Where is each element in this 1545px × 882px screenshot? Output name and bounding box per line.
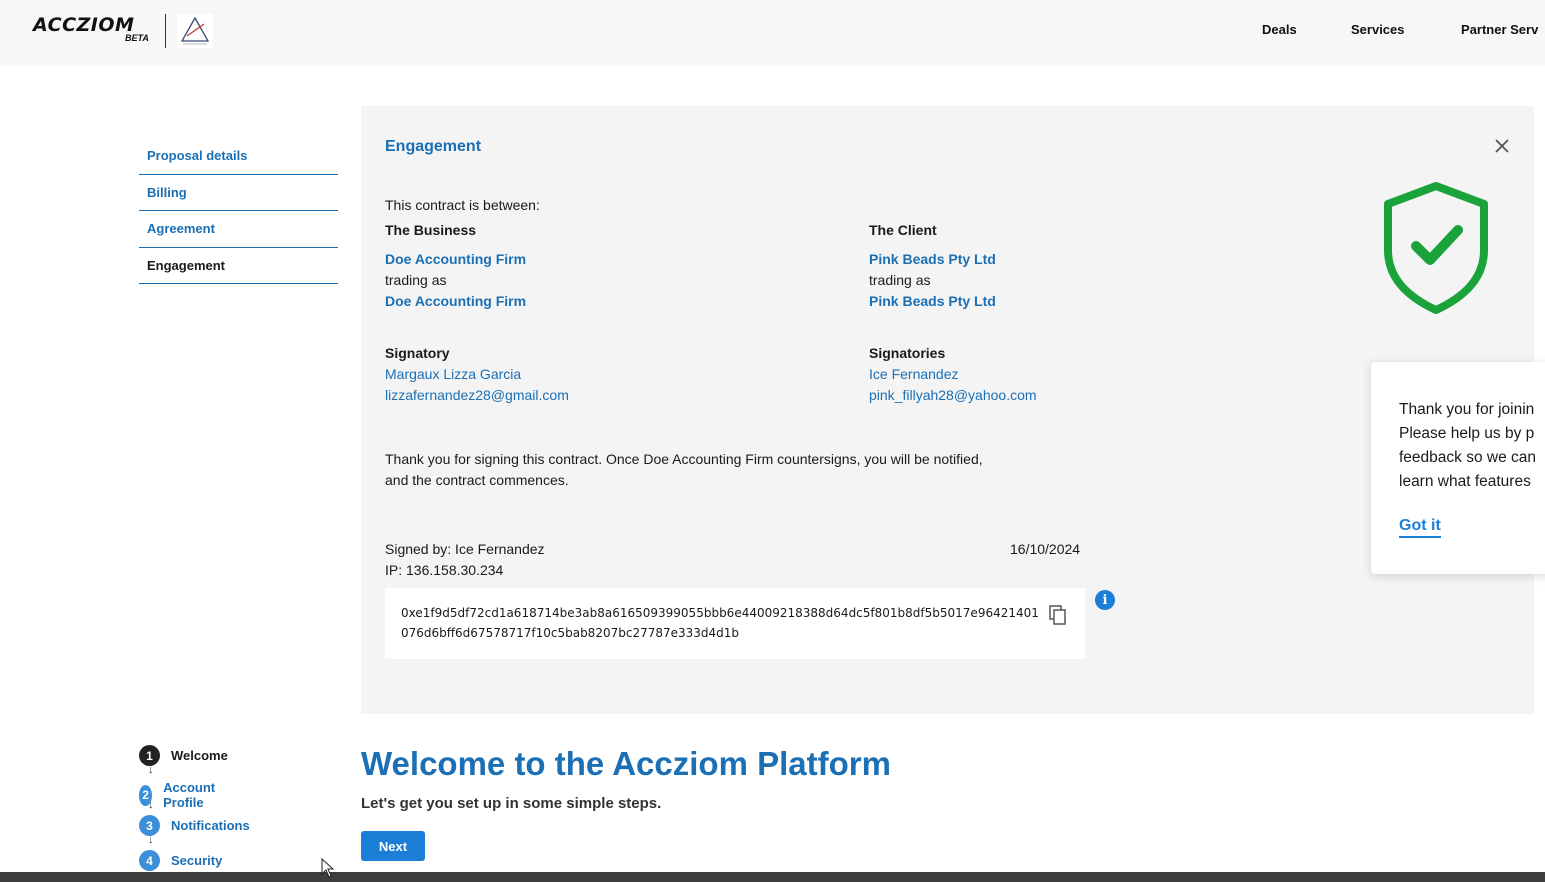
signer-ip: IP: 136.158.30.234 bbox=[385, 562, 504, 578]
nav-partner-services[interactable]: Partner Serv bbox=[1461, 22, 1538, 37]
client-name-link[interactable]: Pink Beads Pty Ltd bbox=[869, 249, 996, 270]
step-label: Welcome bbox=[171, 748, 228, 763]
client-trading-as: trading as bbox=[869, 272, 931, 288]
business-heading: The Business bbox=[385, 222, 477, 238]
nav-services[interactable]: Services bbox=[1351, 22, 1405, 37]
signing-message-line1: Thank you for signing this contract. Onc… bbox=[385, 451, 983, 467]
signature-hash: 0xe1f9d5df72cd1a618714be3ab8a61650939905… bbox=[401, 606, 1039, 640]
info-icon[interactable]: i bbox=[1095, 590, 1115, 610]
toast-line: learn what features bbox=[1399, 473, 1531, 490]
toast-line: feedback so we can bbox=[1399, 449, 1537, 466]
client-signatory-name[interactable]: Ice Fernandez bbox=[869, 364, 959, 385]
business-signatory-email[interactable]: lizzafernandez28@gmail.com bbox=[385, 385, 569, 406]
feedback-toast: Thank you for joinin Please help us by p… bbox=[1371, 362, 1545, 574]
bottom-bar bbox=[0, 872, 1545, 882]
sidebar-item-engagement[interactable]: Engagement bbox=[139, 248, 338, 284]
contract-intro: This contract is between: bbox=[385, 197, 540, 213]
step-security[interactable]: 4 Security bbox=[139, 850, 222, 871]
step-arrow-icon: ↓ bbox=[148, 799, 154, 811]
step-welcome[interactable]: 1 Welcome bbox=[139, 745, 228, 766]
toast-line: Please help us by p bbox=[1399, 425, 1535, 442]
logo-beta-badge: BETA bbox=[125, 33, 149, 43]
logo-wordmark: ACCZIOM bbox=[33, 14, 135, 36]
nav-deals[interactable]: Deals bbox=[1262, 22, 1297, 37]
client-signatory-email[interactable]: pink_fillyah28@yahoo.com bbox=[869, 385, 1037, 406]
next-button[interactable]: Next bbox=[361, 831, 425, 861]
step-label: Security bbox=[171, 853, 223, 868]
contract-sidebar: Proposal details Billing Agreement Engag… bbox=[139, 138, 338, 284]
step-arrow-icon: ↓ bbox=[148, 834, 154, 846]
signing-message-line2: and the contract commences. bbox=[385, 472, 569, 488]
business-name-link[interactable]: Doe Accounting Firm bbox=[385, 249, 526, 270]
copy-icon[interactable] bbox=[1048, 604, 1068, 626]
step-label: Account Profile bbox=[163, 780, 216, 810]
signed-by: Signed by: Ice Fernandez bbox=[385, 541, 545, 557]
signature-hash-box: 0xe1f9d5df72cd1a618714be3ab8a61650939905… bbox=[385, 588, 1085, 659]
sidebar-item-agreement[interactable]: Agreement bbox=[139, 211, 338, 248]
business-trading-name-link[interactable]: Doe Accounting Firm bbox=[385, 291, 526, 312]
step-label: Notifications bbox=[171, 818, 250, 833]
client-trading-name-link[interactable]: Pink Beads Pty Ltd bbox=[869, 291, 996, 312]
mouse-cursor-icon bbox=[321, 858, 335, 878]
step-number: 3 bbox=[139, 815, 160, 836]
close-icon[interactable] bbox=[1493, 137, 1511, 155]
top-navbar: ACCZIOM BETA Deals Services Partner Serv bbox=[0, 0, 1545, 66]
welcome-title: Welcome to the Accziom Platform bbox=[361, 745, 891, 782]
sidebar-item-billing[interactable]: Billing bbox=[139, 175, 338, 211]
toast-line: Thank you for joinin bbox=[1399, 401, 1535, 418]
step-arrow-icon: ↓ bbox=[148, 764, 154, 776]
got-it-button[interactable]: Got it bbox=[1399, 517, 1441, 538]
logo-divider bbox=[165, 14, 166, 48]
business-signatory-name[interactable]: Margaux Lizza Garcia bbox=[385, 364, 521, 385]
panel-title: Engagement bbox=[385, 138, 482, 155]
welcome-subtitle: Let's get you set up in some simple step… bbox=[361, 795, 662, 812]
accziom-logo[interactable]: ACCZIOM BETA bbox=[33, 14, 213, 50]
client-signatories-heading: Signatories bbox=[869, 345, 946, 361]
engagement-panel: Engagement This contract is between: The… bbox=[361, 106, 1534, 714]
step-number: 4 bbox=[139, 850, 160, 871]
shield-check-icon bbox=[1384, 182, 1488, 314]
step-notifications[interactable]: 3 Notifications bbox=[139, 815, 250, 836]
signed-date: 16/10/2024 bbox=[1010, 541, 1081, 557]
client-heading: The Client bbox=[869, 222, 937, 238]
business-signatory-heading: Signatory bbox=[385, 345, 450, 361]
partner-emblem-icon bbox=[177, 14, 213, 48]
step-number: 1 bbox=[139, 745, 160, 766]
sidebar-item-proposal-details[interactable]: Proposal details bbox=[139, 138, 338, 175]
toast-message: Thank you for joinin Please help us by p… bbox=[1399, 398, 1545, 494]
business-trading-as: trading as bbox=[385, 272, 447, 288]
